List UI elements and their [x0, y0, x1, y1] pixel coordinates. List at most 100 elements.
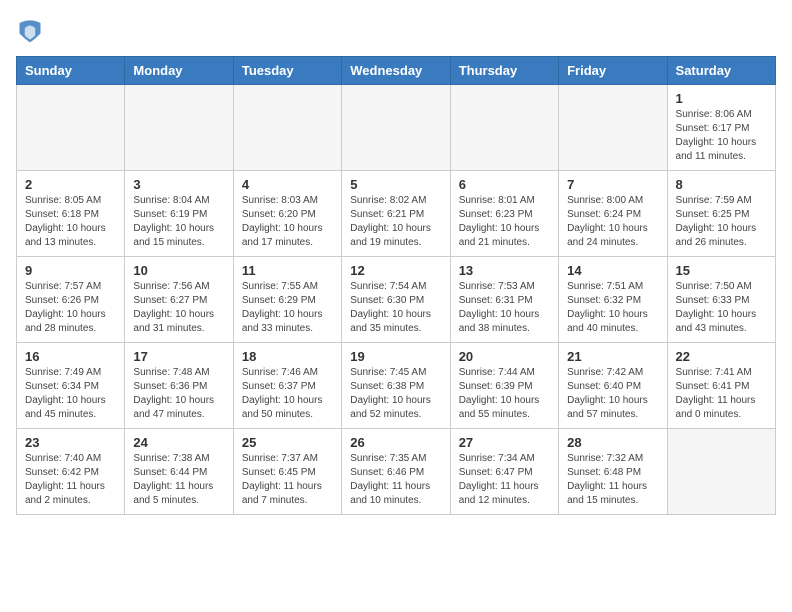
day-number: 9: [25, 263, 116, 278]
day-number: 11: [242, 263, 333, 278]
day-info: Sunrise: 7:55 AM Sunset: 6:29 PM Dayligh…: [242, 280, 333, 336]
day-number: 15: [676, 263, 767, 278]
calendar-cell: 21 Sunrise: 7:42 AM Sunset: 6:40 PM Dayli…: [559, 343, 667, 429]
day-number: 6: [459, 177, 550, 192]
day-info: Sunrise: 7:56 AM Sunset: 6:27 PM Dayligh…: [133, 280, 224, 336]
day-info: Sunrise: 8:06 AM Sunset: 6:17 PM Dayligh…: [676, 108, 767, 164]
calendar-cell: 5 Sunrise: 8:02 AM Sunset: 6:21 PM Daylig…: [342, 171, 450, 257]
calendar-cell: 15 Sunrise: 7:50 AM Sunset: 6:33 PM Dayli…: [667, 257, 775, 343]
day-number: 22: [676, 349, 767, 364]
day-info: Sunrise: 7:46 AM Sunset: 6:37 PM Dayligh…: [242, 366, 333, 422]
day-number: 5: [350, 177, 441, 192]
day-number: 10: [133, 263, 224, 278]
calendar-cell: 25 Sunrise: 7:37 AM Sunset: 6:45 PM Dayli…: [233, 429, 341, 515]
calendar-cell: 7 Sunrise: 8:00 AM Sunset: 6:24 PM Daylig…: [559, 171, 667, 257]
day-info: Sunrise: 8:05 AM Sunset: 6:18 PM Dayligh…: [25, 194, 116, 250]
calendar-cell: 8 Sunrise: 7:59 AM Sunset: 6:25 PM Daylig…: [667, 171, 775, 257]
calendar-header: SundayMondayTuesdayWednesdayThursdayFrid…: [17, 57, 776, 85]
day-info: Sunrise: 7:44 AM Sunset: 6:39 PM Dayligh…: [459, 366, 550, 422]
calendar-cell: 1 Sunrise: 8:06 AM Sunset: 6:17 PM Daylig…: [667, 85, 775, 171]
day-number: 27: [459, 435, 550, 450]
day-info: Sunrise: 7:35 AM Sunset: 6:46 PM Dayligh…: [350, 452, 441, 508]
calendar-cell: 24Sunrise: 7:38 AM Sunset: 6:44 PM Dayli…: [125, 429, 233, 515]
weekday-header-sunday: Sunday: [17, 57, 125, 85]
calendar-cell: [17, 85, 125, 171]
logo-icon: [16, 16, 44, 44]
calendar-cell: 6 Sunrise: 8:01 AM Sunset: 6:23 PM Daylig…: [450, 171, 558, 257]
header: [16, 16, 776, 44]
calendar-cell: 12 Sunrise: 7:54 AM Sunset: 6:30 PM Dayli…: [342, 257, 450, 343]
day-info: Sunrise: 7:49 AM Sunset: 6:34 PM Dayligh…: [25, 366, 116, 422]
day-info: Sunrise: 7:57 AM Sunset: 6:26 PM Dayligh…: [25, 280, 116, 336]
day-info: Sunrise: 8:03 AM Sunset: 6:20 PM Dayligh…: [242, 194, 333, 250]
calendar-cell: 4 Sunrise: 8:03 AM Sunset: 6:20 PM Daylig…: [233, 171, 341, 257]
day-number: 2: [25, 177, 116, 192]
day-number: 18: [242, 349, 333, 364]
day-number: 19: [350, 349, 441, 364]
day-info: Sunrise: 8:02 AM Sunset: 6:21 PM Dayligh…: [350, 194, 441, 250]
calendar-table: SundayMondayTuesdayWednesdayThursdayFrid…: [16, 56, 776, 515]
day-info: Sunrise: 7:45 AM Sunset: 6:38 PM Dayligh…: [350, 366, 441, 422]
calendar-cell: 27Sunrise: 7:34 AM Sunset: 6:47 PM Dayli…: [450, 429, 558, 515]
day-number: 13: [459, 263, 550, 278]
day-number: 26: [350, 435, 441, 450]
calendar-cell: 19 Sunrise: 7:45 AM Sunset: 6:38 PM Dayli…: [342, 343, 450, 429]
weekday-header-thursday: Thursday: [450, 57, 558, 85]
day-info: Sunrise: 7:37 AM Sunset: 6:45 PM Dayligh…: [242, 452, 333, 508]
day-number: 25: [242, 435, 333, 450]
day-number: 12: [350, 263, 441, 278]
calendar-cell: 3 Sunrise: 8:04 AM Sunset: 6:19 PM Daylig…: [125, 171, 233, 257]
day-info: Sunrise: 7:32 AM Sunset: 6:48 PM Dayligh…: [567, 452, 658, 508]
day-number: 28: [567, 435, 658, 450]
calendar-cell: [559, 85, 667, 171]
day-number: 4: [242, 177, 333, 192]
calendar-cell: 26 Sunrise: 7:35 AM Sunset: 6:46 PM Dayli…: [342, 429, 450, 515]
day-number: 21: [567, 349, 658, 364]
weekday-header-saturday: Saturday: [667, 57, 775, 85]
day-number: 16: [25, 349, 116, 364]
weekday-header-friday: Friday: [559, 57, 667, 85]
day-number: 1: [676, 91, 767, 106]
calendar-week-4: 16 Sunrise: 7:49 AM Sunset: 6:34 PM Dayli…: [17, 343, 776, 429]
calendar-cell: 10 Sunrise: 7:56 AM Sunset: 6:27 PM Dayli…: [125, 257, 233, 343]
weekday-header-tuesday: Tuesday: [233, 57, 341, 85]
calendar-week-3: 9 Sunrise: 7:57 AM Sunset: 6:26 PM Daylig…: [17, 257, 776, 343]
day-info: Sunrise: 7:50 AM Sunset: 6:33 PM Dayligh…: [676, 280, 767, 336]
day-number: 20: [459, 349, 550, 364]
calendar-cell: [667, 429, 775, 515]
day-info: Sunrise: 7:59 AM Sunset: 6:25 PM Dayligh…: [676, 194, 767, 250]
day-info: Sunrise: 7:48 AM Sunset: 6:36 PM Dayligh…: [133, 366, 224, 422]
day-number: 14: [567, 263, 658, 278]
day-number: 8: [676, 177, 767, 192]
calendar-cell: 22 Sunrise: 7:41 AM Sunset: 6:41 PM Dayli…: [667, 343, 775, 429]
day-number: 24: [133, 435, 224, 450]
calendar-cell: [342, 85, 450, 171]
calendar-cell: 18 Sunrise: 7:46 AM Sunset: 6:37 PM Dayli…: [233, 343, 341, 429]
calendar-cell: 13 Sunrise: 7:53 AM Sunset: 6:31 PM Dayli…: [450, 257, 558, 343]
calendar-cell: 9 Sunrise: 7:57 AM Sunset: 6:26 PM Daylig…: [17, 257, 125, 343]
day-info: Sunrise: 8:00 AM Sunset: 6:24 PM Dayligh…: [567, 194, 658, 250]
calendar-cell: [233, 85, 341, 171]
weekday-header-wednesday: Wednesday: [342, 57, 450, 85]
calendar-week-5: 23Sunrise: 7:40 AM Sunset: 6:42 PM Dayli…: [17, 429, 776, 515]
weekday-header-monday: Monday: [125, 57, 233, 85]
day-info: Sunrise: 7:54 AM Sunset: 6:30 PM Dayligh…: [350, 280, 441, 336]
day-info: Sunrise: 7:40 AM Sunset: 6:42 PM Dayligh…: [25, 452, 116, 508]
day-info: Sunrise: 7:41 AM Sunset: 6:41 PM Dayligh…: [676, 366, 767, 422]
day-info: Sunrise: 7:42 AM Sunset: 6:40 PM Dayligh…: [567, 366, 658, 422]
calendar-week-1: 1 Sunrise: 8:06 AM Sunset: 6:17 PM Daylig…: [17, 85, 776, 171]
calendar-cell: 14 Sunrise: 7:51 AM Sunset: 6:32 PM Dayli…: [559, 257, 667, 343]
day-info: Sunrise: 7:51 AM Sunset: 6:32 PM Dayligh…: [567, 280, 658, 336]
calendar-cell: 11 Sunrise: 7:55 AM Sunset: 6:29 PM Dayli…: [233, 257, 341, 343]
day-number: 17: [133, 349, 224, 364]
day-info: Sunrise: 8:01 AM Sunset: 6:23 PM Dayligh…: [459, 194, 550, 250]
day-number: 3: [133, 177, 224, 192]
calendar-cell: 17 Sunrise: 7:48 AM Sunset: 6:36 PM Dayli…: [125, 343, 233, 429]
calendar-cell: 16 Sunrise: 7:49 AM Sunset: 6:34 PM Dayli…: [17, 343, 125, 429]
calendar-cell: [125, 85, 233, 171]
day-info: Sunrise: 7:53 AM Sunset: 6:31 PM Dayligh…: [459, 280, 550, 336]
day-info: Sunrise: 8:04 AM Sunset: 6:19 PM Dayligh…: [133, 194, 224, 250]
calendar-cell: [450, 85, 558, 171]
day-number: 7: [567, 177, 658, 192]
weekday-header-row: SundayMondayTuesdayWednesdayThursdayFrid…: [17, 57, 776, 85]
